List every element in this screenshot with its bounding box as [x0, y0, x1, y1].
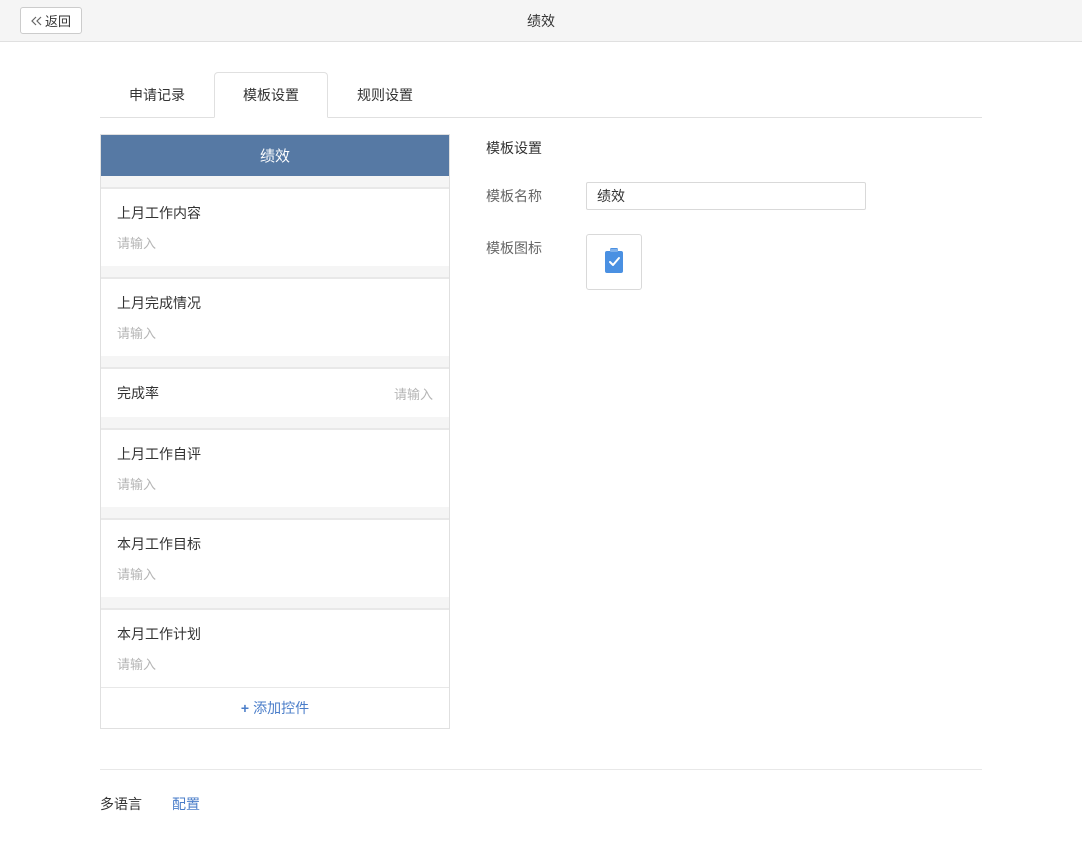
form-field-placeholder: 请输入 [117, 323, 433, 342]
add-control-label: 添加控件 [253, 700, 309, 716]
form-field-placeholder: 请输入 [117, 474, 433, 493]
form-field-label: 本月工作目标 [117, 534, 433, 554]
add-control-button[interactable]: +添加控件 [101, 687, 449, 728]
back-button-label: 返回 [45, 11, 71, 30]
multilang-config-link[interactable]: 配置 [172, 794, 200, 814]
page-title: 绩效 [527, 11, 555, 31]
settings-panel: 模板设置 模板名称 模板图标 [486, 134, 982, 729]
form-field[interactable]: 本月工作目标 请输入 [101, 519, 449, 597]
tab-rule-settings[interactable]: 规则设置 [328, 72, 442, 118]
template-icon-label: 模板图标 [486, 234, 586, 258]
chevron-left-double-icon [31, 16, 43, 26]
form-field-label: 上月工作自评 [117, 444, 433, 464]
tab-label: 模板设置 [243, 87, 299, 103]
multilang-label: 多语言 [100, 794, 142, 814]
form-field[interactable]: 上月工作自评 请输入 [101, 429, 449, 507]
divider [100, 769, 982, 770]
settings-title: 模板设置 [486, 134, 982, 158]
form-field-placeholder: 请输入 [117, 564, 433, 583]
plus-icon: + [241, 700, 249, 716]
form-field-placeholder: 请输入 [117, 233, 433, 252]
form-template-title[interactable]: 绩效 [101, 135, 449, 176]
template-name-input[interactable] [586, 182, 866, 210]
form-field[interactable]: 上月工作内容 请输入 [101, 188, 449, 266]
tabs: 申请记录 模板设置 规则设置 [100, 72, 982, 118]
clipboard-check-icon [603, 248, 625, 277]
form-field-label: 上月完成情况 [117, 293, 433, 313]
form-field[interactable]: 完成率 请输入 [101, 368, 449, 417]
form-field-label: 本月工作计划 [117, 624, 433, 644]
tab-label: 规则设置 [357, 87, 413, 103]
back-button[interactable]: 返回 [20, 7, 82, 34]
form-field-label: 上月工作内容 [117, 203, 433, 223]
template-icon-picker[interactable] [586, 234, 642, 290]
tab-label: 申请记录 [129, 87, 185, 103]
template-name-label: 模板名称 [486, 182, 586, 206]
tab-template-settings[interactable]: 模板设置 [214, 72, 328, 118]
tab-apply-records[interactable]: 申请记录 [100, 72, 214, 118]
form-field-placeholder: 请输入 [117, 654, 433, 673]
form-field-label: 完成率 [117, 383, 159, 403]
form-builder-panel: 绩效 上月工作内容 请输入 上月完成情况 请输入 完成率 请输入 上月工作自评 … [100, 134, 450, 729]
form-field-placeholder: 请输入 [394, 384, 433, 403]
form-field[interactable]: 本月工作计划 请输入 [101, 609, 449, 687]
form-field[interactable]: 上月完成情况 请输入 [101, 278, 449, 356]
